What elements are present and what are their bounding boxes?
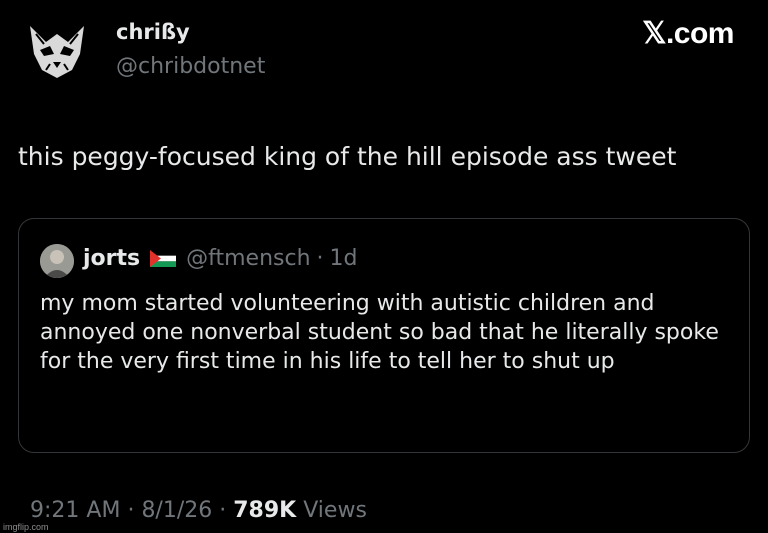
separator-dot: · xyxy=(127,498,135,523)
separator-dot: · xyxy=(316,246,324,271)
quoted-tweet-age[interactable]: 1d xyxy=(330,246,358,271)
quoted-author-handle[interactable]: @ftmensch xyxy=(186,246,310,271)
separator-dot: · xyxy=(219,498,227,523)
quoted-tweet-header: jorts @ftmensch · 1d xyxy=(83,246,358,271)
tweet-text: this peggy-focused king of the hill epis… xyxy=(18,142,677,171)
tweet-date[interactable]: 8/1/26 xyxy=(141,498,212,523)
author-handle[interactable]: @chribdotnet xyxy=(116,54,265,79)
views-count[interactable]: 789K xyxy=(233,498,296,523)
quoted-tweet-card[interactable]: jorts @ftmensch · 1d my mom started volu… xyxy=(18,218,750,453)
quoted-author-name[interactable]: jorts xyxy=(83,246,140,271)
views-label: Views xyxy=(303,498,367,523)
author-display-name[interactable]: chrißy xyxy=(116,20,190,44)
quoted-author-avatar[interactable] xyxy=(40,244,74,278)
tweet-meta: 9:21 AM · 8/1/26 · 789K Views xyxy=(30,498,367,523)
palestine-flag-icon xyxy=(150,250,177,267)
tweet-time[interactable]: 9:21 AM xyxy=(30,498,120,523)
x-com-logo: 𝕏.com xyxy=(642,17,734,50)
author-avatar[interactable] xyxy=(26,20,88,82)
imgflip-watermark: imgflip.com xyxy=(3,522,49,532)
quoted-tweet-text: my mom started volunteering with autisti… xyxy=(40,291,719,374)
